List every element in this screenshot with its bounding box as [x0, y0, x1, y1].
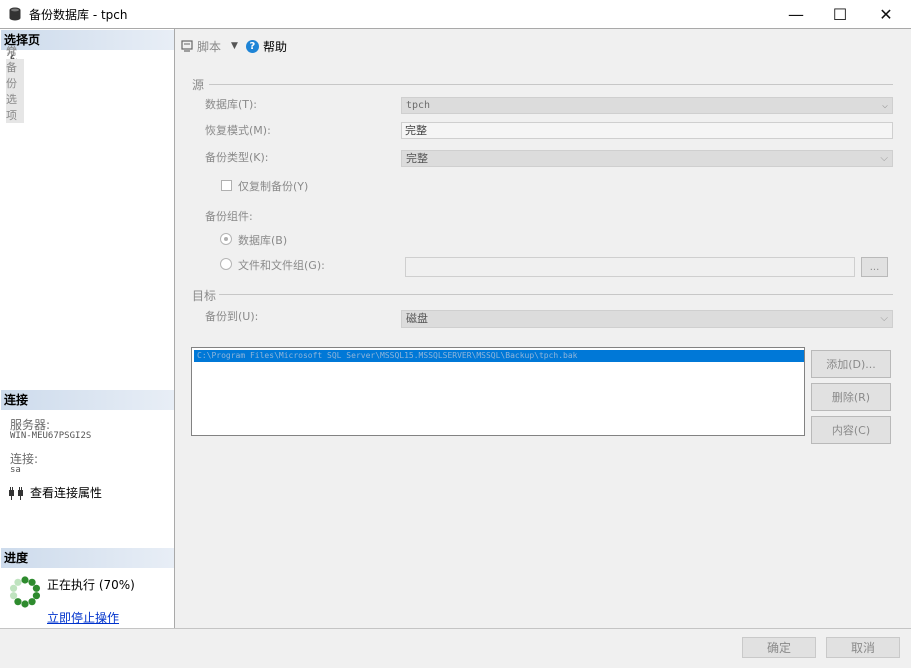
- script-icon: [181, 40, 193, 52]
- files-filegroups-field: [405, 257, 855, 277]
- script-label: 脚本: [197, 39, 222, 54]
- spinner-segment: [28, 598, 36, 606]
- toolbar: 脚本 ▼ ? 帮助: [180, 36, 287, 56]
- cancel-button[interactable]: 取消: [826, 637, 900, 658]
- help-button[interactable]: ? 帮助: [245, 38, 287, 55]
- left-pane: [0, 28, 175, 629]
- database-select[interactable]: tpch ⌵: [401, 97, 893, 114]
- list-item[interactable]: C:\Program Files\Microsoft SQL Server\MS…: [194, 350, 804, 362]
- spinner-segment: [28, 578, 36, 586]
- browse-button[interactable]: ...: [861, 257, 888, 277]
- script-button[interactable]: 脚本: [180, 38, 221, 55]
- recovery-model-label: 恢复模式(M):: [205, 124, 271, 137]
- contents-button[interactable]: 内容(C): [811, 416, 891, 444]
- nav-item-label: 备份选项: [6, 59, 24, 123]
- ok-button[interactable]: 确定: [742, 637, 816, 658]
- help-icon: ?: [245, 39, 259, 53]
- copy-only-checkbox[interactable]: [221, 180, 232, 191]
- select-page-header: 选择页: [1, 30, 174, 50]
- backup-to-value: 磁盘: [406, 312, 428, 325]
- backup-component-label: 备份组件:: [205, 210, 253, 223]
- stop-operation-link[interactable]: 立即停止操作: [47, 609, 119, 626]
- plug-icon: [9, 486, 23, 500]
- files-filegroups-label: 文件和文件组(G):: [238, 259, 325, 272]
- divider: [219, 294, 893, 295]
- title-bar: 备份数据库 - tpch — ☐ ✕: [0, 0, 911, 28]
- spinner-segment: [21, 576, 29, 584]
- chevron-down-icon: ⌵: [881, 100, 888, 111]
- add-button[interactable]: 添加(D)...: [811, 350, 891, 378]
- spinner-segment: [14, 598, 22, 606]
- backup-type-label: 备份类型(K):: [205, 151, 269, 164]
- copy-only-label: 仅复制备份(Y): [238, 180, 309, 193]
- database-radio-label: 数据库(B): [238, 234, 288, 247]
- maximize-button[interactable]: ☐: [817, 0, 863, 28]
- destination-group-label: 目标: [192, 289, 217, 303]
- connection-header: 连接: [1, 390, 174, 410]
- close-button[interactable]: ✕: [863, 0, 909, 28]
- chevron-down-icon[interactable]: ▼: [231, 41, 238, 51]
- spinner-segment: [32, 592, 41, 600]
- spinner-segment: [9, 592, 18, 600]
- minimize-button[interactable]: —: [773, 0, 819, 28]
- progress-status: 正在执行 (70%): [47, 578, 135, 592]
- database-radio[interactable]: [220, 233, 232, 245]
- main-pane: [175, 28, 911, 629]
- backup-to-label: 备份到(U):: [205, 310, 259, 323]
- spinner-segment: [9, 584, 18, 592]
- destination-list[interactable]: C:\Program Files\Microsoft SQL Server\MS…: [191, 347, 805, 436]
- remove-button[interactable]: 删除(R): [811, 383, 891, 411]
- nav-item-backup-options[interactable]: 备份选项: [6, 59, 24, 123]
- progress-header: 进度: [1, 548, 174, 568]
- view-connection-properties-link[interactable]: 查看连接属性: [8, 484, 102, 501]
- database-label: 数据库(T):: [205, 98, 258, 111]
- connection-value: sa: [10, 465, 21, 475]
- database-value: tpch: [406, 100, 431, 111]
- window-title: 备份数据库 - tpch: [29, 8, 128, 22]
- progress-spinner-icon: [9, 576, 41, 608]
- divider: [209, 84, 893, 85]
- view-conn-props-label: 查看连接属性: [30, 486, 103, 500]
- spinner-segment: [14, 578, 22, 586]
- recovery-model-field: 完整: [401, 122, 893, 139]
- source-group-label: 源: [192, 78, 205, 92]
- backup-type-value: 完整: [406, 152, 428, 165]
- database-icon: [9, 7, 21, 21]
- help-label: 帮助: [262, 39, 287, 54]
- chevron-down-icon: ⌵: [880, 313, 888, 324]
- chevron-down-icon: ⌵: [880, 153, 888, 164]
- server-value: WIN-MEU67PSGI2S: [10, 431, 92, 441]
- files-filegroups-radio[interactable]: [220, 258, 232, 270]
- backup-to-select[interactable]: 磁盘 ⌵: [401, 310, 893, 328]
- spinner-segment: [21, 600, 29, 608]
- backup-type-select[interactable]: 完整 ⌵: [401, 150, 893, 167]
- spinner-segment: [32, 584, 41, 592]
